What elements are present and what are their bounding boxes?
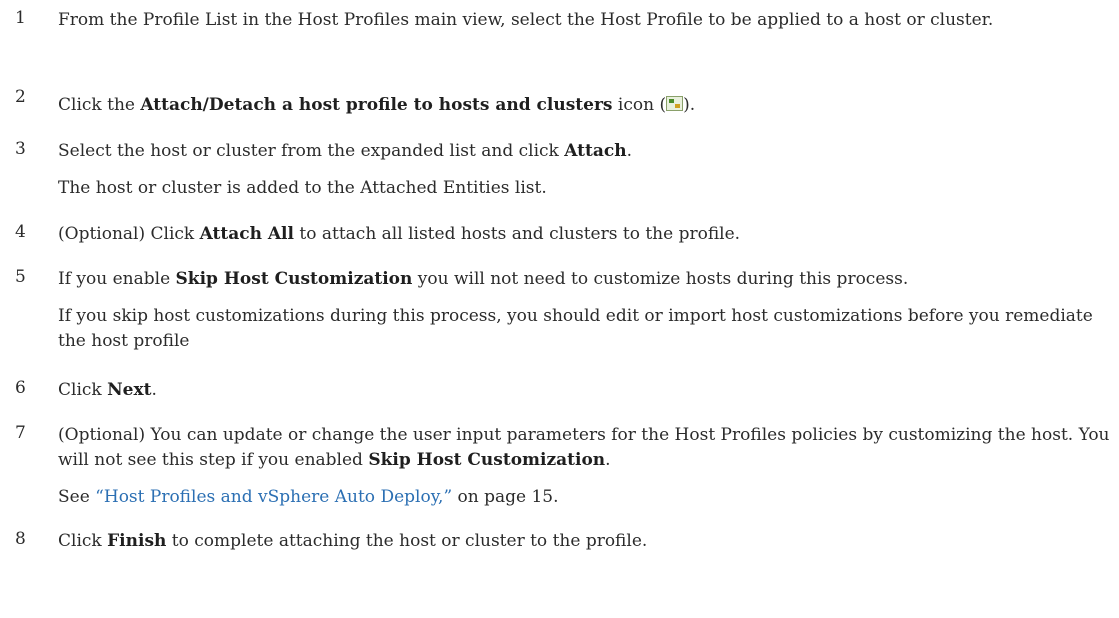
step-number: 8 xyxy=(15,529,26,549)
step-text: If you enable Skip Host Customization yo… xyxy=(58,269,909,289)
step-text: (Optional) You can update or change the … xyxy=(58,425,1110,470)
step-text: From the Profile List in the Host Profil… xyxy=(58,10,994,30)
step-text: Select the host or cluster from the expa… xyxy=(58,141,632,161)
step-note: If you skip host customizations during t… xyxy=(58,306,1093,351)
cross-reference-link[interactable]: “Host Profiles and vSphere Auto Deploy,” xyxy=(95,487,452,507)
ui-label-next: Next xyxy=(107,380,152,400)
ui-label-attach-all: Attach All xyxy=(199,224,294,244)
step-text: Click the Attach/Detach a host profile t… xyxy=(58,95,696,115)
cross-reference: See “Host Profiles and vSphere Auto Depl… xyxy=(58,487,559,507)
step-number: 4 xyxy=(15,222,26,242)
step-number: 2 xyxy=(15,87,26,107)
document-page: 1 From the Profile List in the Host Prof… xyxy=(0,0,1119,618)
step-number: 6 xyxy=(15,378,26,398)
step-note: The host or cluster is added to the Atta… xyxy=(58,178,547,198)
step-number: 5 xyxy=(15,267,26,287)
ui-label-finish: Finish xyxy=(107,531,167,551)
ui-label-skip-host-customization: Skip Host Customization xyxy=(175,269,413,289)
ui-label-attach: Attach xyxy=(564,141,627,161)
attach-detach-host-profile-icon xyxy=(666,96,684,111)
step-number: 1 xyxy=(15,8,26,28)
step-text: (Optional) Click Attach All to attach al… xyxy=(58,224,741,244)
step-text: Click Next. xyxy=(58,380,157,400)
step-number: 7 xyxy=(15,423,26,443)
ui-label-attach-detach: Attach/Detach a host profile to hosts an… xyxy=(140,95,613,115)
ui-label-skip-host-customization: Skip Host Customization xyxy=(368,450,606,470)
step-text: Click Finish to complete attaching the h… xyxy=(58,531,648,551)
step-number: 3 xyxy=(15,139,26,159)
